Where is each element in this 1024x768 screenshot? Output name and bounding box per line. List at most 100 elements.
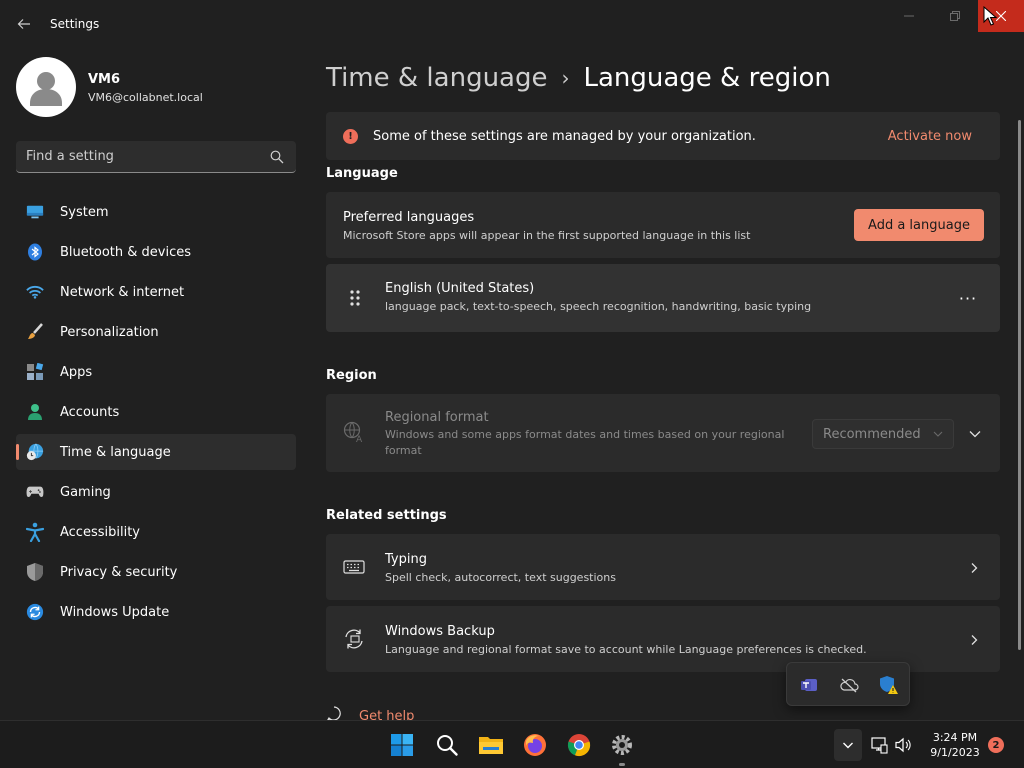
- security-warning-icon[interactable]: [879, 675, 899, 695]
- sidebar-item-label: Bluetooth & devices: [60, 245, 191, 260]
- typing-title: Typing: [385, 552, 427, 567]
- tray-overflow-button[interactable]: [834, 729, 862, 761]
- section-title-region: Region: [326, 368, 377, 383]
- file-explorer-icon[interactable]: [477, 731, 505, 759]
- chevron-down-icon: [933, 431, 943, 437]
- sidebar-item-windows-update[interactable]: Windows Update: [16, 594, 296, 630]
- sidebar-item-label: Windows Update: [60, 605, 170, 620]
- expand-chevron-down-icon[interactable]: [968, 427, 982, 441]
- windows-backup-subtitle: Language and regional format save to acc…: [385, 643, 867, 656]
- keyboard-icon: [343, 556, 365, 578]
- scrollbar[interactable]: [1018, 120, 1021, 650]
- user-name: VM6: [88, 72, 121, 87]
- chrome-icon[interactable]: [565, 731, 593, 759]
- regional-format-subtitle-line1: Windows and some apps format dates and t…: [385, 428, 785, 441]
- sidebar-nav: System Bluetooth & devices Network & int…: [16, 194, 296, 634]
- network-ethernet-icon[interactable]: [870, 736, 888, 754]
- shield-icon: [26, 563, 44, 581]
- add-language-button[interactable]: Add a language: [854, 209, 984, 241]
- title-bar: Settings: [0, 0, 1024, 48]
- person-icon: [30, 72, 62, 106]
- settings-window: Settings VM6 VM6@collabnet.local System: [0, 0, 1024, 720]
- breadcrumb-parent[interactable]: Time & language: [326, 63, 547, 93]
- search-input[interactable]: [26, 141, 266, 172]
- firefox-icon[interactable]: [521, 731, 549, 759]
- tray-overflow-flyout: [786, 662, 910, 706]
- paintbrush-icon: [26, 323, 44, 341]
- bluetooth-icon: [26, 243, 44, 261]
- section-title-language: Language: [326, 166, 398, 181]
- sidebar-item-gaming[interactable]: Gaming: [16, 474, 296, 510]
- main-content: ! Some of these settings are managed by …: [326, 112, 1000, 720]
- minimize-button[interactable]: [886, 0, 932, 32]
- wifi-icon: [26, 283, 44, 301]
- regional-format-subtitle-line2: format: [385, 444, 422, 457]
- sidebar-item-label: System: [60, 205, 109, 220]
- language-entry-subtitle: language pack, text-to-speech, speech re…: [385, 300, 812, 313]
- related-item-typing[interactable]: Typing Spell check, autocorrect, text su…: [326, 534, 1000, 600]
- search-icon[interactable]: [270, 150, 284, 164]
- sidebar-item-accounts[interactable]: Accounts: [16, 394, 296, 430]
- banner-text: Some of these settings are managed by yo…: [373, 129, 756, 144]
- clock-date: 9/1/2023: [930, 746, 980, 759]
- preferred-languages-card: Preferred languages Microsoft Store apps…: [326, 192, 1000, 258]
- sidebar-item-apps[interactable]: Apps: [16, 354, 296, 390]
- sidebar-item-privacy[interactable]: Privacy & security: [16, 554, 296, 590]
- sidebar-item-label: Network & internet: [60, 285, 185, 300]
- drag-handle-icon[interactable]: [344, 287, 366, 309]
- gamepad-icon: [26, 483, 44, 501]
- windows-start-icon[interactable]: [388, 731, 416, 759]
- taskbar: 3:24 PM 9/1/2023 2: [0, 720, 1024, 768]
- regional-format-dropdown[interactable]: Recommended: [812, 419, 954, 449]
- windows-update-icon: [26, 603, 44, 621]
- chevron-right-icon: [971, 635, 978, 645]
- chevron-right-icon: [971, 563, 978, 573]
- regional-format-icon: A: [343, 421, 365, 443]
- teams-icon[interactable]: [799, 675, 819, 695]
- sidebar-item-label: Gaming: [60, 485, 111, 500]
- close-icon: [996, 11, 1006, 21]
- sidebar-item-accessibility[interactable]: Accessibility: [16, 514, 296, 550]
- language-entry-english[interactable]: English (United States) language pack, t…: [326, 264, 1000, 332]
- info-warning-icon: !: [343, 129, 358, 144]
- avatar: [16, 57, 76, 117]
- sidebar-item-personalization[interactable]: Personalization: [16, 314, 296, 350]
- apps-icon: [26, 363, 44, 381]
- globe-clock-icon: [26, 443, 44, 461]
- breadcrumb-separator: ›: [561, 66, 570, 90]
- more-options-icon[interactable]: ···: [958, 288, 978, 308]
- dropdown-selected-value: Recommended: [823, 426, 921, 442]
- user-email: VM6@collabnet.local: [88, 91, 203, 104]
- taskbar-clock[interactable]: 3:24 PM 9/1/2023: [920, 730, 990, 760]
- notification-badge[interactable]: 2: [988, 737, 1004, 753]
- breadcrumb: Time & language › Language & region: [326, 58, 831, 98]
- sidebar-item-time-language[interactable]: Time & language: [16, 434, 296, 470]
- sidebar-item-label: Privacy & security: [60, 565, 178, 580]
- maximize-button[interactable]: [932, 0, 978, 32]
- windows-backup-title: Windows Backup: [385, 624, 495, 639]
- chevron-down-icon: [843, 742, 853, 749]
- onedrive-offline-icon[interactable]: [839, 675, 859, 695]
- managed-org-banner: ! Some of these settings are managed by …: [326, 112, 1000, 160]
- preferred-languages-subtitle: Microsoft Store apps will appear in the …: [343, 229, 751, 242]
- accessibility-icon: [26, 522, 44, 542]
- sidebar-item-bluetooth[interactable]: Bluetooth & devices: [16, 234, 296, 270]
- sidebar-item-label: Personalization: [60, 325, 159, 340]
- volume-icon[interactable]: [894, 736, 912, 754]
- regional-format-card[interactable]: A Regional format Windows and some apps …: [326, 394, 1000, 472]
- activate-now-link[interactable]: Activate now: [888, 129, 972, 144]
- system-monitor-icon: [26, 203, 44, 221]
- sidebar-item-label: Time & language: [60, 445, 171, 460]
- sidebar-item-network[interactable]: Network & internet: [16, 274, 296, 310]
- settings-gear-icon[interactable]: [608, 731, 636, 759]
- sidebar-item-label: Accessibility: [60, 525, 140, 540]
- sidebar-item-system[interactable]: System: [16, 194, 296, 230]
- app-title: Settings: [50, 17, 100, 31]
- back-button[interactable]: [12, 12, 36, 36]
- page-title: Language & region: [583, 63, 831, 93]
- preferred-languages-title: Preferred languages: [343, 210, 475, 225]
- backup-sync-icon: [343, 628, 365, 650]
- maximize-icon: [950, 11, 960, 21]
- get-help-label: Get help: [359, 709, 415, 720]
- search-icon[interactable]: [433, 731, 461, 759]
